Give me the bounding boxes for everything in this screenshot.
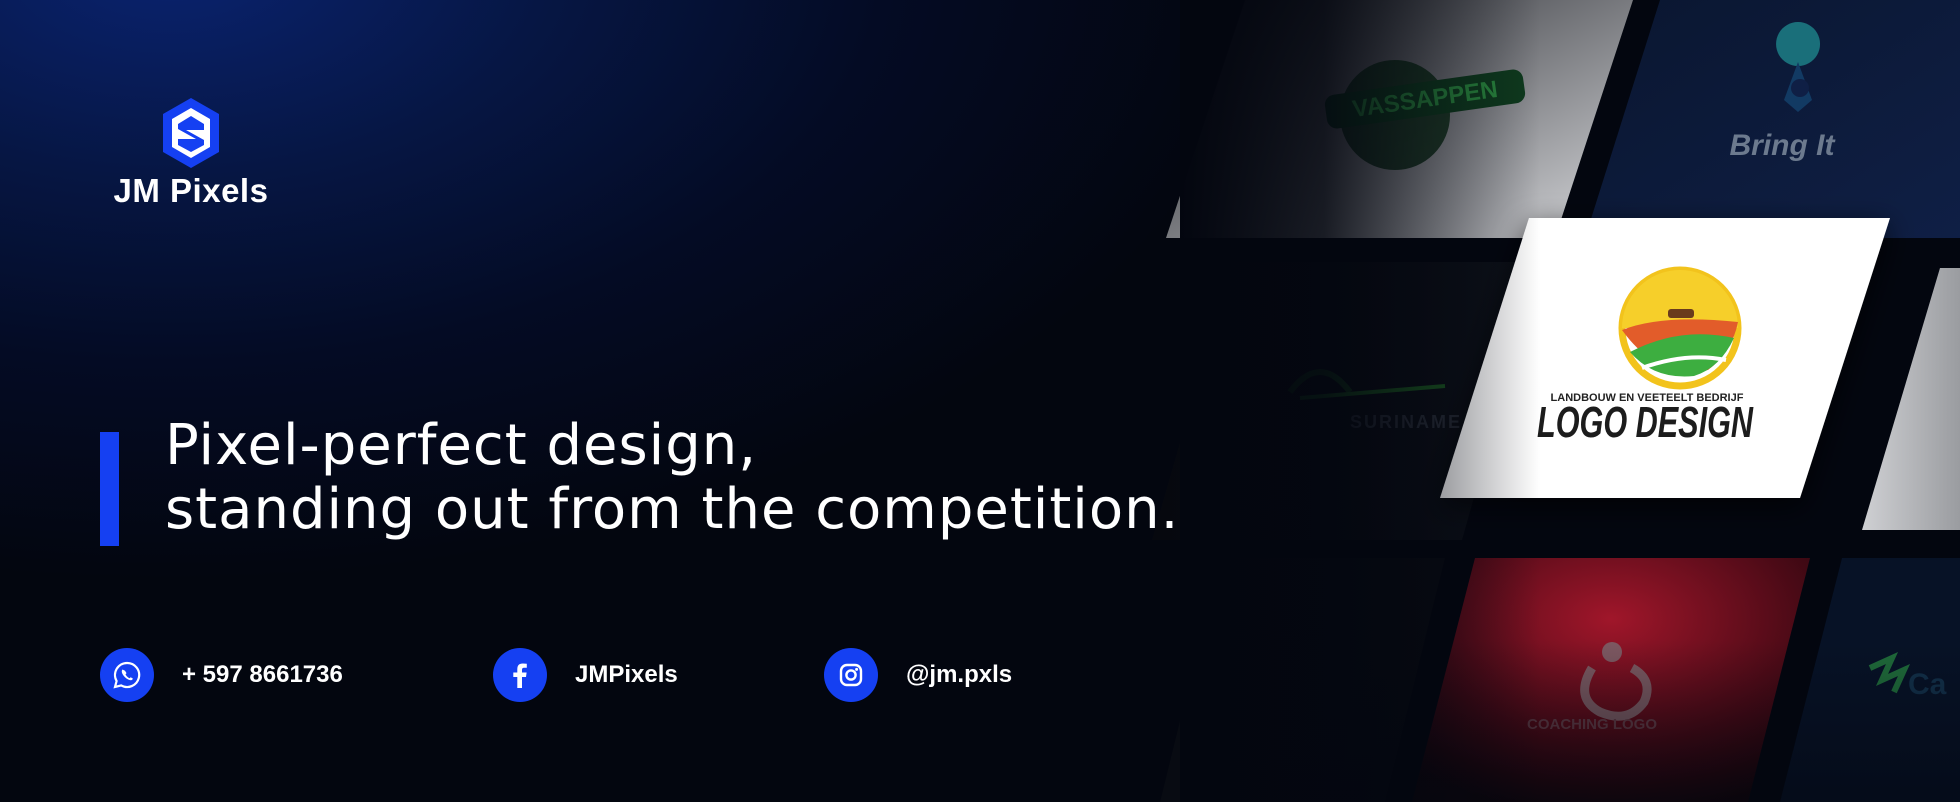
facebook-icon — [493, 648, 547, 702]
facebook-handle: JMPixels — [575, 661, 678, 688]
headline-line-2: standing out from the competition. — [165, 477, 1180, 542]
headline-accent-bar — [100, 432, 119, 546]
showcase-bottom-fade — [1180, 640, 1960, 802]
promo-banner: VASSAPPEN Bring It SURINAME — [0, 0, 1960, 802]
contact-instagram[interactable]: @jm.pxls — [824, 648, 1012, 702]
instagram-handle: @jm.pxls — [906, 661, 1013, 688]
featured-card-title: LOGO DESIGN — [1537, 398, 1754, 447]
whatsapp-number: + 597 8661736 — [182, 661, 343, 688]
brand-logo[interactable]: JM Pixels — [96, 96, 286, 210]
headline: Pixel-perfect design, standing out from … — [165, 414, 1179, 542]
contact-facebook[interactable]: JMPixels — [493, 648, 678, 702]
showcase-card-bring-it: Bring It — [1585, 0, 1960, 238]
showcase-card-right-edge — [1862, 268, 1960, 530]
instagram-icon — [824, 648, 878, 702]
jm-shield-icon — [163, 98, 219, 168]
whatsapp-icon — [100, 648, 154, 702]
featured-card-subtitle: LANDBOUW EN VEETEELT BEDRIJF — [1551, 392, 1744, 404]
bring-it-label: Bring It — [1730, 129, 1837, 162]
headline-line-1: Pixel-perfect design, — [165, 413, 758, 478]
brand-name: JM Pixels — [113, 172, 269, 209]
farm-emblem-icon — [1618, 266, 1742, 390]
contact-whatsapp[interactable]: + 597 8661736 — [100, 648, 343, 702]
